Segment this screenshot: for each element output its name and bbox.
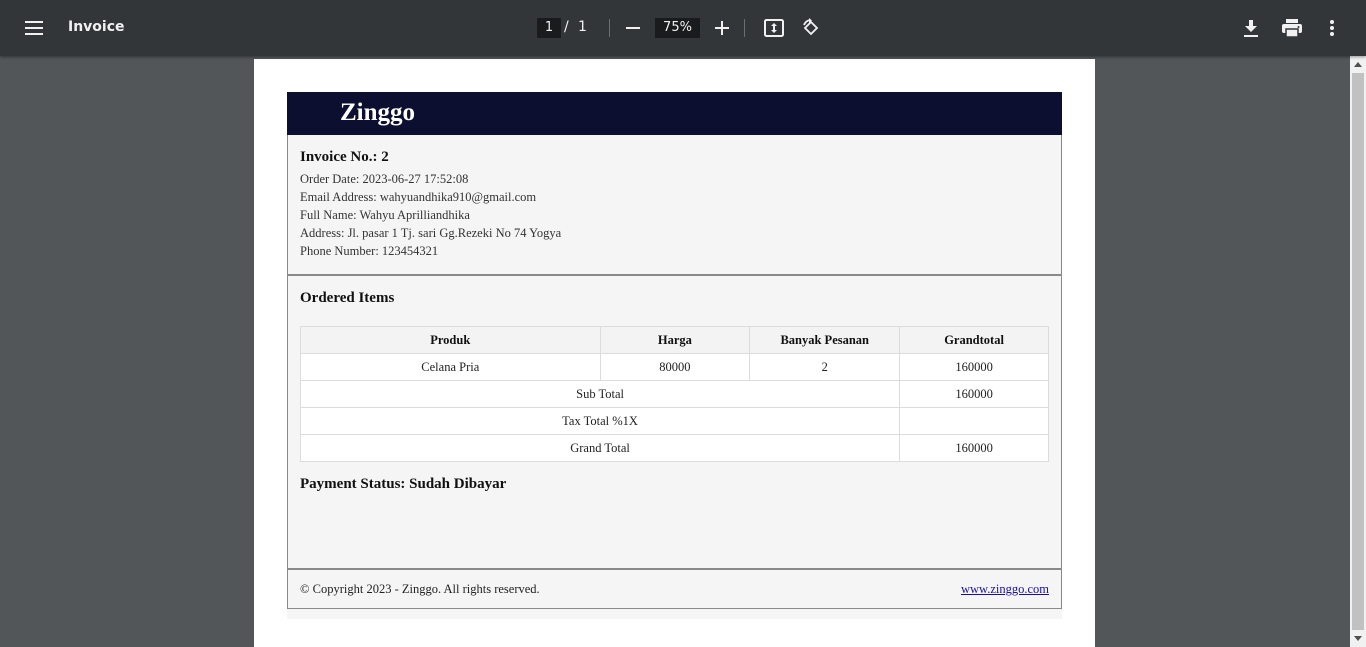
price-cell: 80000 [599,353,751,381]
ordered-items-title: Ordered Items [300,290,395,306]
subtotal-value: 160000 [899,380,1049,408]
table-row: Celana Pria 80000 2 160000 [300,353,1049,381]
address: Address: Jl. pasar 1 Tj. sari Gg.Rezeki … [300,226,562,240]
quantity-cell: 2 [749,353,901,381]
order-date: Order Date: 2023-06-27 17:52:08 [300,172,469,186]
email-address: Email Address: wahyuandhika910@gmail.com [300,190,537,204]
website-link[interactable]: www.zinggo.com [961,582,1049,597]
more-vert-icon[interactable] [1320,16,1344,40]
ordered-items-section: Ordered Items Produk Harga Banyak Pesana… [287,274,1062,569]
subtotal-label: Sub Total [299,380,901,408]
column-header: Banyak Pesanan [749,326,901,354]
brand-name: Zinggo [340,99,416,126]
plus-icon[interactable] [710,16,734,40]
column-header: Produk [300,326,601,354]
grand-total-row: Grand Total 160000 [299,434,1049,462]
page-number-input[interactable]: 1 [537,18,561,38]
pdf-toolbar: Invoice 1 / 1 75% [0,0,1366,56]
table-header-row: Produk Harga Banyak Pesanan Grandtotal [300,326,1049,354]
tax-value [899,407,1049,435]
items-table: Produk Harga Banyak Pesanan Grandtotal C… [299,326,1049,462]
copyright-text: © Copyright 2023 - Zinggo. All rights re… [300,582,540,596]
tax-label: Tax Total %1X [299,407,901,435]
grand-total-label: Grand Total [299,434,901,462]
invoice: Zinggo Invoice No.: 2 Order Date: 2023-0… [287,92,1062,619]
tax-row: Tax Total %1X [299,407,1049,435]
column-header: Harga [599,326,751,354]
vertical-scrollbar[interactable] [1350,56,1366,647]
scrollbar-thumb[interactable] [1352,73,1364,630]
product-cell: Celana Pria [300,353,601,381]
document-title: Invoice [68,19,125,35]
zoom-level-input[interactable]: 75% [655,18,700,38]
toolbar-divider [744,19,745,37]
menu-icon[interactable] [18,12,50,44]
payment-status: Payment Status: Sudah Dibayar [300,476,507,492]
download-icon[interactable] [1239,16,1263,40]
column-header: Grandtotal [899,326,1049,354]
full-name: Full Name: Wahyu Aprilliandhika [300,208,470,222]
invoice-footer: © Copyright 2023 - Zinggo. All rights re… [287,568,1062,609]
minus-icon[interactable] [621,16,645,40]
scroll-down-arrow-icon[interactable] [1354,636,1362,641]
pdf-page: Zinggo Invoice No.: 2 Order Date: 2023-0… [254,59,1095,647]
toolbar-divider [609,19,610,37]
customer-info: Invoice No.: 2 Order Date: 2023-06-27 17… [287,135,1062,275]
invoice-number: Invoice No.: 2 [300,149,389,165]
page-separator: / [564,19,569,35]
rotate-icon[interactable] [799,16,823,40]
fit-page-icon[interactable] [762,16,786,40]
phone-number: Phone Number: 123454321 [300,244,439,258]
grandtotal-cell: 160000 [899,353,1049,381]
scroll-up-arrow-icon[interactable] [1354,62,1362,67]
print-icon[interactable] [1280,16,1304,40]
grand-total-value: 160000 [899,434,1049,462]
invoice-header: Zinggo [287,92,1062,135]
subtotal-row: Sub Total 160000 [299,380,1049,408]
page-total: 1 [578,19,587,35]
